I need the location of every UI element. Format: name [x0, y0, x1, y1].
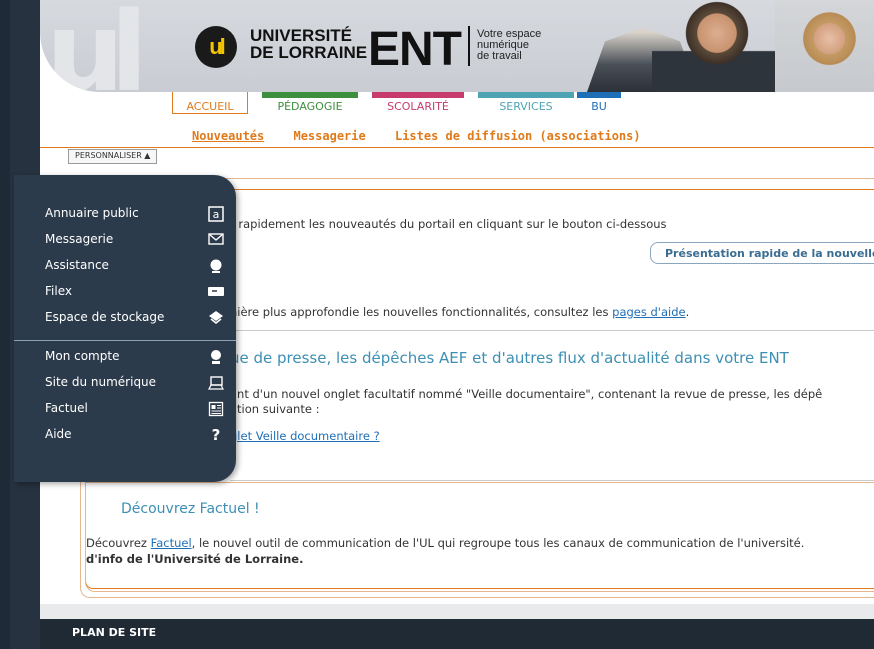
menu-item-filex[interactable]: Filex [45, 284, 225, 302]
section-divider [230, 330, 874, 331]
ent-tagline: Votre espace numérique de travail [477, 28, 542, 62]
subnav-nouveautes[interactable]: Nouveautés [192, 129, 264, 143]
press-heading: ue de presse, les dépêches AEF et d'autr… [230, 349, 789, 367]
photo-person-2 [652, 0, 782, 92]
ent-title: ENT [368, 23, 462, 76]
site-map-link[interactable]: PLAN DE SITE [72, 626, 156, 639]
side-menu: Annuaire public a Messagerie Assistance … [14, 175, 236, 482]
directory-icon: a [207, 206, 225, 222]
account-icon [207, 349, 225, 365]
factuel-link[interactable]: Factuel [151, 536, 192, 550]
news-icon [207, 401, 225, 417]
menu-item-site-numerique[interactable]: Site du numérique [45, 375, 225, 393]
press-text-2: ation suivante : [230, 402, 320, 416]
menu-item-factuel[interactable]: Factuel [45, 401, 225, 419]
nav-separator [40, 147, 874, 148]
intro-text: r rapidement les nouveautés du portail e… [230, 217, 667, 231]
footer-spacer [40, 604, 874, 619]
svg-text:a: a [213, 208, 220, 221]
tab-bu[interactable]: BU [577, 92, 621, 114]
storage-icon [207, 310, 225, 326]
university-logo-icon[interactable]: ul [195, 26, 237, 68]
factuel-heading: Découvrez Factuel ! [121, 501, 260, 517]
footer: PLAN DE SITE [40, 619, 874, 649]
menu-item-annuaire[interactable]: Annuaire public a [45, 206, 225, 224]
tab-scolarite[interactable]: SCOLARITÉ [372, 92, 464, 114]
tab-accueil[interactable]: ACCUEIL [172, 92, 248, 114]
press-text: ant d'un nouvel onglet facultatif nommé … [230, 387, 823, 401]
factuel-bold-text: d'info de l'Université de Lorraine. [86, 552, 304, 566]
tab-services[interactable]: SERVICES [478, 92, 574, 114]
watermark-logo: ul [46, 0, 148, 92]
header-banner: ul ul UNIVERSITÉ DE LORRAINE ENT Votre e… [40, 0, 874, 92]
veille-link[interactable]: glet Veille documentaire ? [230, 429, 380, 443]
presentation-button[interactable]: Présentation rapide de la nouvelle [650, 242, 874, 264]
menu-item-stockage[interactable]: Espace de stockage [45, 310, 225, 328]
section-divider-2 [230, 480, 874, 481]
help-text: nière plus approfondie les nouvelles fon… [230, 305, 690, 319]
photo-person-3 [775, 0, 874, 92]
subnav-listes-diffusion[interactable]: Listes de diffusion (associations) [395, 129, 641, 143]
university-name[interactable]: UNIVERSITÉ DE LORRAINE [250, 27, 367, 61]
website-icon [207, 375, 225, 391]
menu-item-aide[interactable]: Aide ? [45, 427, 225, 445]
title-divider [468, 26, 470, 66]
menu-item-assistance[interactable]: Assistance [45, 258, 225, 276]
subnav-messagerie[interactable]: Messagerie [293, 129, 365, 143]
main-nav: ACCUEIL PÉDAGOGIE SCOLARITÉ SERVICES BU [40, 92, 874, 116]
sub-nav: Nouveautés Messagerie Listes de diffusio… [192, 129, 663, 143]
help-icon: ? [211, 426, 221, 444]
menu-item-messagerie[interactable]: Messagerie [45, 232, 225, 250]
menu-item-mon-compte[interactable]: Mon compte [45, 349, 225, 367]
personalize-button[interactable]: PERSONNALISER ▲ [68, 149, 158, 164]
envelope-icon [207, 232, 225, 248]
help-pages-link[interactable]: pages d'aide [612, 305, 685, 319]
factuel-text: Découvrez Factuel, le nouvel outil de co… [86, 536, 805, 550]
support-icon [207, 258, 225, 274]
tab-pedagogie[interactable]: PÉDAGOGIE [262, 92, 358, 114]
file-transfer-icon [207, 284, 225, 300]
menu-separator [14, 340, 236, 341]
